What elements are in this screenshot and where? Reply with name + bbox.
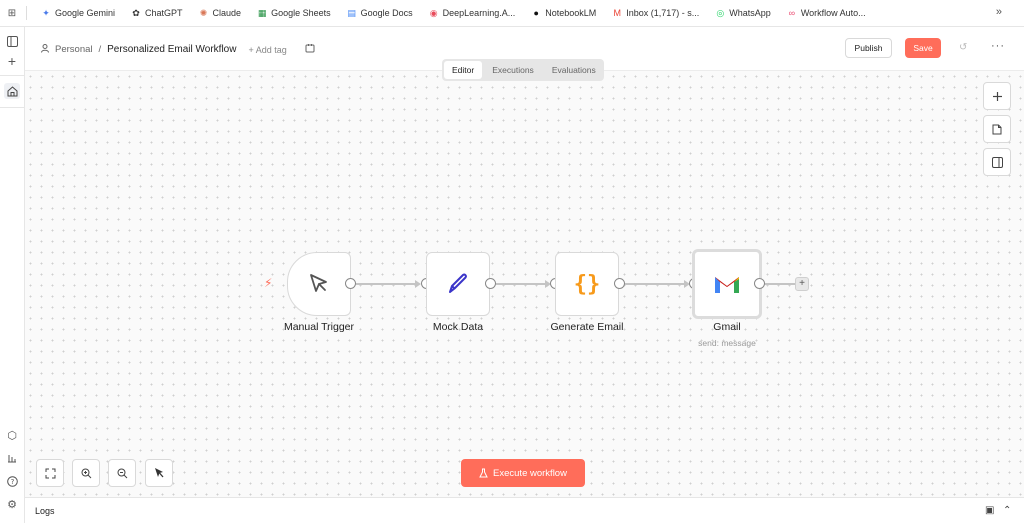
bookmarks-overflow-icon[interactable]: » <box>996 6 1002 18</box>
bookmark-item[interactable]: ● NotebookLM <box>523 8 604 18</box>
bookmark-item[interactable]: ◉ DeepLearning.A... <box>421 8 524 18</box>
history-icon[interactable]: ↺ <box>959 42 967 53</box>
breadcrumb: Personal / Personalized Email Workflow +… <box>41 43 315 56</box>
fit-view-button[interactable] <box>36 459 64 487</box>
connection-line <box>625 283 687 285</box>
add-next-node-button[interactable]: + <box>795 277 809 291</box>
whatsapp-icon: ◎ <box>716 7 725 18</box>
pencil-icon <box>449 273 467 293</box>
bookmark-label: ChatGPT <box>145 8 183 18</box>
archive-icon[interactable] <box>305 43 315 56</box>
view-tabs: Editor Executions Evaluations <box>442 59 604 81</box>
gmail-icon <box>715 277 739 293</box>
execute-workflow-label: Execute workflow <box>493 467 567 479</box>
home-icon[interactable] <box>4 83 20 99</box>
n8n-icon: ∞ <box>788 7 796 18</box>
execute-workflow-button[interactable]: Execute workflow <box>461 459 585 487</box>
connection-line <box>356 283 418 285</box>
apps-grid-icon[interactable]: ⊞ <box>0 8 24 19</box>
bookmark-label: Claude <box>212 8 242 18</box>
bookmark-label: WhatsApp <box>729 8 771 18</box>
bookmark-label: Inbox (1,717) - s... <box>626 8 700 18</box>
node-output-handle[interactable] <box>345 278 356 289</box>
help-icon[interactable]: ? <box>4 473 20 489</box>
node-mock-data[interactable] <box>426 252 490 316</box>
tab-editor[interactable]: Editor <box>444 61 483 79</box>
panel-toggle-button[interactable] <box>983 148 1011 176</box>
zoom-out-button[interactable] <box>108 459 136 487</box>
node-label: Generate Email <box>550 321 624 333</box>
chatgpt-icon: ✿ <box>132 7 140 18</box>
bookmark-list: ✦ Google Gemini ✿ ChatGPT ✺ Claude ▦ Google She… <box>33 8 874 18</box>
svg-text:?: ? <box>10 478 14 486</box>
more-options-icon[interactable]: ··· <box>991 40 1005 52</box>
breadcrumb-project[interactable]: Personal <box>55 44 93 55</box>
connection-line <box>496 283 548 285</box>
logs-panel-bar[interactable]: Logs ▣ ⌃ <box>25 497 1024 523</box>
claude-icon: ✺ <box>199 7 208 18</box>
code-braces-icon: {} <box>573 271 601 297</box>
trigger-bolt-icon: ⚡ <box>264 276 273 290</box>
connection-line <box>765 283 795 285</box>
node-output-handle[interactable] <box>614 278 625 289</box>
node-manual-trigger[interactable] <box>287 252 351 316</box>
node-output-handle[interactable] <box>754 278 765 289</box>
bookmark-item[interactable]: M Inbox (1,717) - s... <box>604 8 707 18</box>
logs-panel-icon[interactable]: ▣ <box>985 505 994 516</box>
bookmark-item[interactable]: ✺ Claude <box>191 8 250 18</box>
flask-icon <box>479 468 488 478</box>
docs-icon: ▤ <box>347 7 356 18</box>
bookmark-label: DeepLearning.A... <box>442 8 516 18</box>
bookmark-item[interactable]: ▤ Google Docs <box>339 8 421 18</box>
deeplearning-icon: ◉ <box>429 7 438 18</box>
bookmark-label: Google Docs <box>360 8 413 18</box>
bookmark-label: Workflow Auto... <box>800 8 866 18</box>
notebooklm-icon: ● <box>533 7 539 18</box>
cursor-icon <box>310 274 327 292</box>
bookmarks-bar: ⊞ ✦ Google Gemini ✿ ChatGPT ✺ Claude ▦ Google S… <box>0 0 1024 27</box>
settings-gear-icon[interactable]: ⚙ <box>4 496 20 512</box>
node-output-handle[interactable] <box>485 278 496 289</box>
rail-divider <box>0 75 25 76</box>
bookmark-item[interactable]: ▦ Google Sheets <box>249 8 339 18</box>
sheets-icon: ▦ <box>257 7 267 18</box>
gemini-icon: ✦ <box>42 7 50 18</box>
templates-icon[interactable]: ⬡ <box>4 427 20 443</box>
add-tag-button[interactable]: + Add tag <box>248 45 286 55</box>
insights-icon[interactable] <box>4 450 20 466</box>
add-node-button[interactable] <box>983 82 1011 110</box>
tab-executions[interactable]: Executions <box>484 61 542 79</box>
rail-divider <box>0 107 25 108</box>
chevron-up-icon[interactable]: ⌃ <box>1003 505 1011 516</box>
node-generate-email[interactable]: {} <box>555 252 619 316</box>
gmail-icon: M <box>613 7 622 18</box>
add-icon[interactable]: + <box>4 53 20 69</box>
bookmark-label: NotebookLM <box>545 8 597 18</box>
sticky-note-button[interactable] <box>983 115 1011 143</box>
node-label: Mock Data <box>432 321 484 333</box>
save-button[interactable]: Save <box>905 38 941 58</box>
sidebar-toggle-icon[interactable] <box>4 33 20 49</box>
user-icon <box>41 43 49 56</box>
bookmarks-separator <box>26 6 27 20</box>
workflow-title[interactable]: Personalized Email Workflow <box>107 44 236 55</box>
bookmark-label: Google Sheets <box>271 8 331 18</box>
selection-mode-button[interactable] <box>145 459 173 487</box>
node-label: Gmail <box>713 321 741 333</box>
breadcrumb-separator: / <box>98 44 102 55</box>
bookmark-label: Google Gemini <box>55 8 116 18</box>
tab-evaluations[interactable]: Evaluations <box>544 61 604 79</box>
node-label: Manual Trigger <box>283 321 355 333</box>
bookmark-item[interactable]: ✦ Google Gemini <box>33 8 123 18</box>
bookmark-item[interactable]: ◎ WhatsApp <box>707 8 779 18</box>
logs-label: Logs <box>35 506 55 516</box>
bookmark-item[interactable]: ∞ Workflow Auto... <box>779 8 874 18</box>
bookmark-item[interactable]: ✿ ChatGPT <box>123 8 191 18</box>
zoom-in-button[interactable] <box>72 459 100 487</box>
publish-button[interactable]: Publish <box>845 38 892 58</box>
node-subtitle: send: message <box>698 338 756 348</box>
node-gmail[interactable] <box>692 249 762 319</box>
left-rail: + ⬡ ? ⚙ <box>0 27 25 523</box>
